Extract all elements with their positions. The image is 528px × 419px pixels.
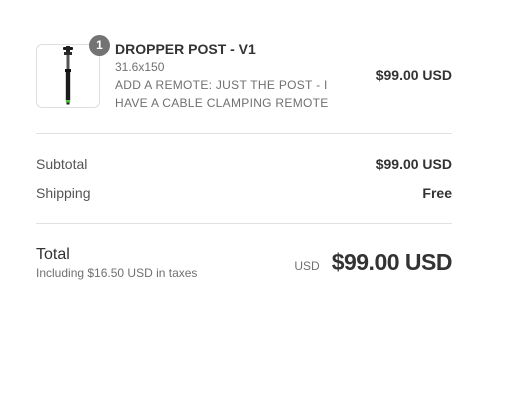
total-label-group: Total Including $16.50 USD in taxes <box>36 245 197 281</box>
subtotal-value: $99.00 USD <box>375 156 452 172</box>
product-option-line1: ADD A REMOTE: JUST THE POST - I <box>115 78 328 92</box>
total-amount: $99.00 USD <box>331 249 453 275</box>
subtotal-row: Subtotal $99.00 USD <box>36 156 452 172</box>
line-item-price: $99.00 USD <box>375 67 452 83</box>
total-section: Total Including $16.50 USD in taxes USD … <box>36 224 453 294</box>
total-currency-code: USD <box>294 259 320 273</box>
product-thumbnail <box>36 44 100 108</box>
total-amount-group: USD $99.00 USD <box>294 249 452 276</box>
tax-note: Including $16.50 USD in taxes <box>36 266 198 280</box>
shipping-value: Free <box>422 185 452 201</box>
subtotal-label: Subtotal <box>36 156 88 172</box>
order-summary: 1 DROPPER POST - V1 31.6x150 ADD A REMOT… <box>36 0 453 294</box>
product-thumbnail-wrapper: 1 <box>36 35 110 108</box>
product-title: DROPPER POST - V1 <box>115 41 256 57</box>
quantity-badge: 1 <box>89 35 110 56</box>
dropper-post-icon <box>63 46 73 105</box>
cost-breakdown: Subtotal $99.00 USD Shipping Free <box>36 134 452 224</box>
shipping-row: Shipping Free <box>36 185 452 201</box>
line-item-details: DROPPER POST - V1 31.6x150 ADD A REMOTE:… <box>115 40 340 112</box>
line-item: 1 DROPPER POST - V1 31.6x150 ADD A REMOT… <box>36 0 452 134</box>
product-option-line2: HAVE A CABLE CLAMPING REMOTE <box>115 96 329 110</box>
shipping-label: Shipping <box>36 185 91 201</box>
product-variant: 31.6x150 <box>115 60 165 74</box>
total-label: Total <box>36 246 70 263</box>
